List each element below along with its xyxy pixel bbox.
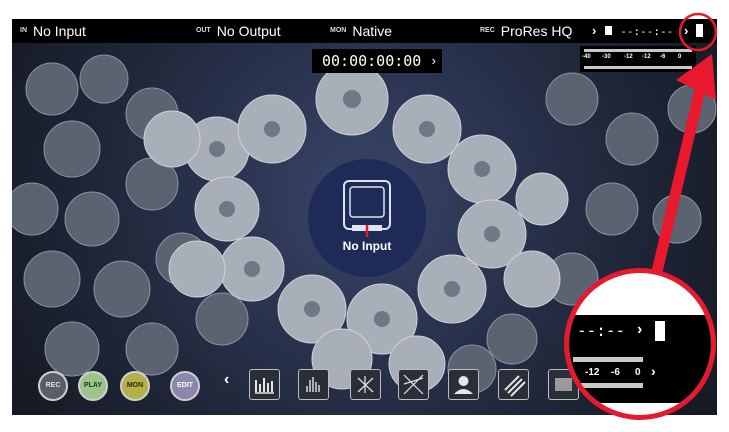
zoom-meter-bar-top xyxy=(573,357,643,362)
chevron-right-icon: › xyxy=(651,363,656,379)
chevron-right-icon: › xyxy=(637,321,643,338)
zoom-meter: -12 -6 0 › xyxy=(569,353,711,403)
zoom-meter-tick: -12 xyxy=(585,367,600,378)
highlight-circle xyxy=(678,12,718,52)
zoom-meter-tick: -6 xyxy=(611,367,620,378)
zoom-meter-bar-bottom xyxy=(573,383,643,388)
battery-icon xyxy=(655,321,665,341)
zoom-callout: --:-- › -12 -6 0 › xyxy=(564,268,716,420)
zoom-meter-tick: 0 xyxy=(635,367,641,378)
zoom-time-remaining: --:-- xyxy=(577,321,626,340)
zoom-status-strip: --:-- › xyxy=(569,315,711,353)
annotation-arrow-shaft xyxy=(649,88,706,282)
